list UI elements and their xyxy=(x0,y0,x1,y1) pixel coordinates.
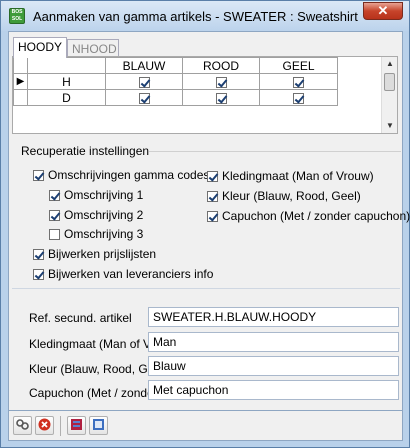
checkbox-label: Omschrijvingen gamma codes xyxy=(48,168,210,182)
bottom-toolbar xyxy=(8,411,403,441)
scroll-thumb[interactable] xyxy=(384,73,395,91)
checkbox-box[interactable] xyxy=(33,249,44,260)
column-header-blauw[interactable]: BLAUW xyxy=(105,57,183,74)
capuchon-label: Capuchon (Met / zonder capuchon) xyxy=(29,386,149,400)
dialog-body: HOODY NHOOD BLAUW ROOD GEEL ▶ H D ▲ ▼ Re… xyxy=(8,31,410,411)
row-indicator[interactable] xyxy=(13,89,28,106)
book-icon[interactable] xyxy=(67,416,86,435)
grid-checkbox[interactable] xyxy=(293,76,304,88)
checkbox-label: Kledingmaat (Man of Vrouw) xyxy=(222,169,374,183)
table-row: ▶ H xyxy=(13,73,338,90)
kleur-label: Kleur (Blauw, Rood, Geel) xyxy=(29,362,149,376)
link-icon[interactable] xyxy=(13,416,32,435)
capuchon-checkbox[interactable]: Capuchon (Met / zonder capuchon) xyxy=(207,209,410,223)
grid-checkbox[interactable] xyxy=(215,76,227,88)
row-indicator[interactable]: ▶ xyxy=(13,73,28,90)
capuchon-field[interactable]: Met capuchon xyxy=(148,380,399,400)
dialog-window: BOS SOL Aanmaken van gamma artikels - SWE… xyxy=(0,0,410,448)
variant-grid: BLAUW ROOD GEEL ▶ H D xyxy=(13,57,338,106)
checkbox-box[interactable] xyxy=(49,229,60,240)
book-open-icon[interactable] xyxy=(89,416,108,435)
checkbox-label: Capuchon (Met / zonder capuchon) xyxy=(222,209,410,223)
recuperatie-group-title: Recuperatie instellingen xyxy=(21,144,150,158)
grid-cell[interactable] xyxy=(182,73,260,90)
checkbox-box[interactable] xyxy=(49,190,60,201)
section-divider xyxy=(12,288,400,289)
kleur-checkbox[interactable]: Kleur (Blauw, Rood, Geel) xyxy=(207,189,361,203)
column-header-geel[interactable]: GEEL xyxy=(259,57,338,74)
group-divider xyxy=(149,151,401,152)
grid-checkbox[interactable] xyxy=(138,76,150,88)
ref-field[interactable]: SWEATER.H.BLAUW.HOODY xyxy=(148,307,399,327)
grid-cell[interactable] xyxy=(182,89,260,106)
kledingmaat-field[interactable]: Man xyxy=(148,332,399,352)
app-icon: BOS SOL xyxy=(9,8,25,24)
checkbox-box[interactable] xyxy=(207,171,218,182)
leveranciers-checkbox[interactable]: Bijwerken van leveranciers info xyxy=(33,267,213,281)
cancel-icon[interactable] xyxy=(35,416,54,435)
grid-corner-cell xyxy=(27,57,106,74)
checkbox-label: Bijwerken prijslijsten xyxy=(48,247,157,261)
checkbox-label: Bijwerken van leveranciers info xyxy=(48,267,214,281)
prijslijsten-checkbox[interactable]: Bijwerken prijslijsten xyxy=(33,247,156,261)
kledingmaat-checkbox[interactable]: Kledingmaat (Man of Vrouw) xyxy=(207,169,374,183)
variant-grid-panel: BLAUW ROOD GEEL ▶ H D ▲ ▼ xyxy=(12,56,398,134)
ref-label: Ref. secund. artikel xyxy=(29,311,132,325)
title-bar[interactable]: BOS SOL Aanmaken van gamma artikels - SWE… xyxy=(1,1,409,31)
checkbox-label: Kleur (Blauw, Rood, Geel) xyxy=(222,189,361,203)
checkbox-label: Omschrijving 1 xyxy=(64,188,144,202)
grid-checkbox[interactable] xyxy=(138,92,150,104)
tab-hoody[interactable]: HOODY xyxy=(13,37,67,58)
kledingmaat-label: Kledingmaat (Man of Vrouw) xyxy=(29,337,149,351)
checkbox-label: Omschrijving 2 xyxy=(64,208,144,222)
kleur-field[interactable]: Blauw xyxy=(148,356,399,376)
checkbox-box[interactable] xyxy=(49,210,60,221)
omschrijving1-checkbox[interactable]: Omschrijving 1 xyxy=(49,188,143,202)
grid-checkbox[interactable] xyxy=(293,92,304,104)
checkbox-box[interactable] xyxy=(33,269,44,280)
grid-checkbox[interactable] xyxy=(215,92,227,104)
checkbox-box[interactable] xyxy=(33,170,44,181)
grid-cell[interactable] xyxy=(259,73,338,90)
omschrijvingen-checkbox[interactable]: Omschrijvingen gamma codes xyxy=(33,168,209,182)
checkbox-box[interactable] xyxy=(207,191,218,202)
grid-scrollbar[interactable]: ▲ ▼ xyxy=(381,57,397,133)
table-row: D xyxy=(13,89,338,106)
grid-corner-cell xyxy=(13,57,28,74)
row-label: D xyxy=(27,89,106,106)
close-button[interactable]: ✕ xyxy=(363,2,403,20)
grid-cell[interactable] xyxy=(259,89,338,106)
column-header-rood[interactable]: ROOD xyxy=(182,57,260,74)
toolbar-separator xyxy=(60,416,61,436)
omschrijving3-checkbox[interactable]: Omschrijving 3 xyxy=(49,227,143,241)
scroll-down-icon[interactable]: ▼ xyxy=(382,119,398,133)
grid-header-row: BLAUW ROOD GEEL xyxy=(13,57,338,74)
scroll-up-icon[interactable]: ▲ xyxy=(382,57,398,71)
row-label: H xyxy=(27,73,106,90)
omschrijving2-checkbox[interactable]: Omschrijving 2 xyxy=(49,208,143,222)
window-title: Aanmaken van gamma artikels - SWEATER : … xyxy=(33,9,358,24)
checkbox-box[interactable] xyxy=(207,211,218,222)
grid-cell[interactable] xyxy=(105,89,183,106)
checkbox-label: Omschrijving 3 xyxy=(64,227,144,241)
grid-cell[interactable] xyxy=(105,73,183,90)
